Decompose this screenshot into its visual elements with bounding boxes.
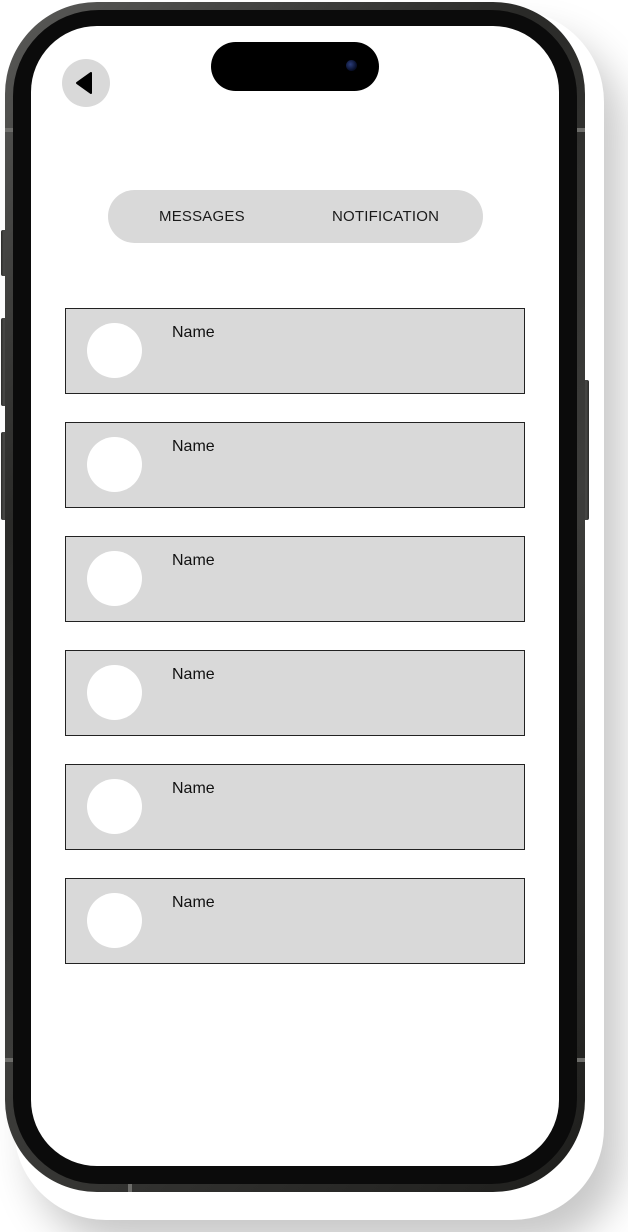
antenna-line <box>577 128 585 132</box>
antenna-line <box>128 1184 132 1192</box>
tab-notification[interactable]: NOTIFICATION <box>332 190 439 243</box>
antenna-line <box>577 1058 585 1062</box>
avatar <box>87 779 142 834</box>
tab-bar: MESSAGES NOTIFICATION <box>108 190 483 243</box>
tab-messages[interactable]: MESSAGES <box>159 190 245 243</box>
dynamic-island <box>211 42 379 91</box>
contact-name: Name <box>172 894 215 911</box>
contact-name: Name <box>172 438 215 455</box>
avatar <box>87 437 142 492</box>
list-item[interactable]: Name <box>65 422 525 508</box>
antenna-line <box>5 1058 13 1062</box>
contact-name: Name <box>172 666 215 683</box>
list-item[interactable]: Name <box>65 878 525 964</box>
antenna-line <box>5 128 13 132</box>
front-camera <box>346 60 357 71</box>
avatar <box>87 665 142 720</box>
list-item[interactable]: Name <box>65 764 525 850</box>
avatar <box>87 551 142 606</box>
contact-name: Name <box>172 324 215 341</box>
list-item[interactable]: Name <box>65 650 525 736</box>
screen: MESSAGES NOTIFICATION Name Name Name Nam… <box>31 26 559 1166</box>
list-item[interactable]: Name <box>65 536 525 622</box>
list-item[interactable]: Name <box>65 308 525 394</box>
avatar <box>87 893 142 948</box>
contact-name: Name <box>172 780 215 797</box>
back-button[interactable] <box>62 59 110 107</box>
back-arrow-icon <box>76 72 92 94</box>
avatar <box>87 323 142 378</box>
contact-name: Name <box>172 552 215 569</box>
